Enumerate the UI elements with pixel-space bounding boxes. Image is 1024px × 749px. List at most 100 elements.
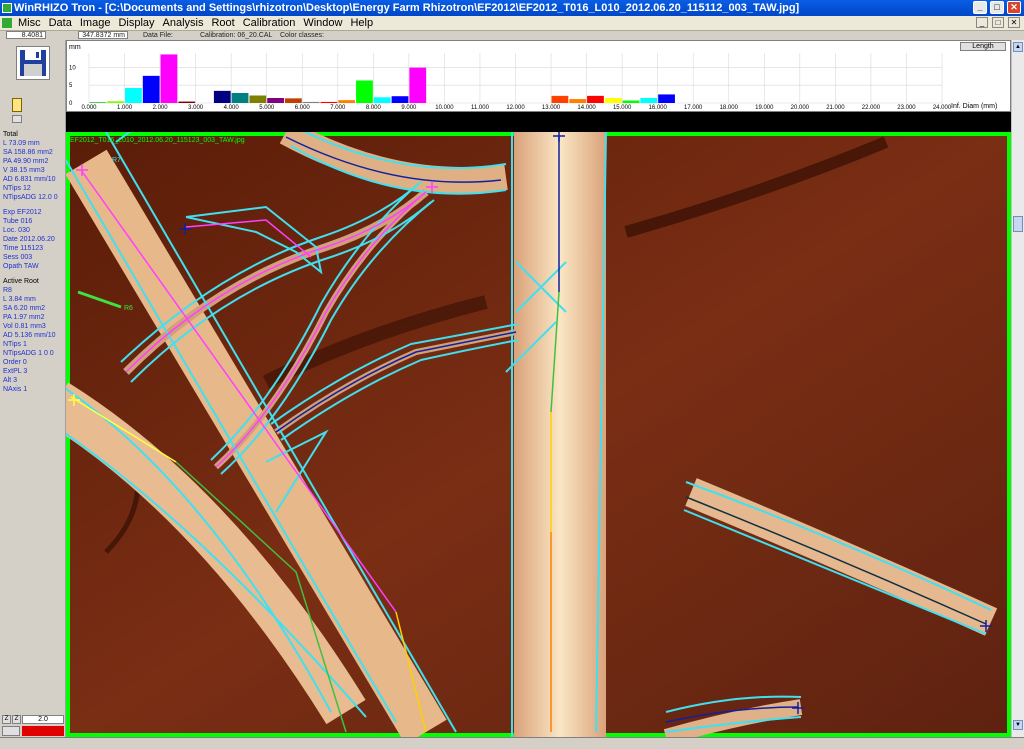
zoom-field[interactable]: 2.0 <box>22 715 64 724</box>
histogram-y-ticks: 10 5 0 <box>69 65 76 107</box>
x-tick-label: 22.000 <box>862 105 881 111</box>
menu-analysis[interactable]: Analysis <box>159 16 208 30</box>
x-tick-label: 6.000 <box>295 105 311 111</box>
ruler-icon[interactable] <box>2 726 20 736</box>
histogram-bar <box>622 100 640 103</box>
active-naxis: NAxis 1 <box>3 386 28 393</box>
save-button[interactable] <box>16 46 50 80</box>
x-tick-label: 11.000 <box>471 105 490 111</box>
clipboard-icon[interactable] <box>12 115 22 123</box>
notepad-icon[interactable] <box>12 98 22 112</box>
color-classes-label: Color classes: <box>280 32 324 39</box>
histogram-bar <box>302 101 320 103</box>
active-root-id: R8 <box>3 287 12 294</box>
document-icon[interactable] <box>2 18 12 28</box>
menu-display[interactable]: Display <box>114 16 158 30</box>
histogram-bar <box>142 75 160 103</box>
histogram-bar <box>604 98 622 103</box>
active-avg-diameter: AD 5.136 mm/10 <box>3 332 56 339</box>
menu-image[interactable]: Image <box>76 16 115 30</box>
x-tick-label: 3.000 <box>188 105 204 111</box>
histogram-bar <box>178 101 196 103</box>
histogram-bar <box>551 95 569 103</box>
x-tick-label: 0.000 <box>81 105 97 111</box>
histogram-bars <box>89 54 675 103</box>
x-tick-label: 4.000 <box>224 105 240 111</box>
x-tick-label: 13.000 <box>542 105 561 111</box>
scroll-up-arrow-icon[interactable]: ▲ <box>1013 42 1023 52</box>
sample-time: Time 115123 <box>3 245 44 252</box>
menu-root[interactable]: Root <box>207 16 238 30</box>
x-tick-label: 1.000 <box>117 105 133 111</box>
color-indicator <box>22 726 64 736</box>
child-restore-button[interactable]: □ <box>992 17 1004 28</box>
y-tick-label: 10 <box>69 65 76 71</box>
stat-total-tips: NTips 12 <box>3 185 31 192</box>
histogram-x-ticks: 0.000 1.000 2.000 3.000 4.000 5.000 6.000 7.000… <box>81 105 951 111</box>
menu-calibration[interactable]: Calibration <box>239 16 300 30</box>
sample-opath: Opath TAW <box>3 263 39 270</box>
x-tick-label: 15.000 <box>613 105 632 111</box>
length-button[interactable]: Length <box>960 42 1006 51</box>
x-tick-label: 10.000 <box>435 105 454 111</box>
histogram-bar <box>338 100 356 103</box>
histogram-bar <box>569 99 587 103</box>
x-tick-label: 12.000 <box>506 105 525 111</box>
stat-total-length: L 73.09 mm <box>3 140 40 147</box>
histogram-bar <box>658 94 675 103</box>
maximize-button[interactable]: □ <box>990 1 1004 14</box>
left-panel: Total L 73.09 mm SA 158.86 mm2 PA 49.90 … <box>0 40 66 749</box>
root-vertical[interactable] <box>514 132 606 737</box>
child-minimize-button[interactable]: _ <box>976 17 988 28</box>
x-tick-label: 2.000 <box>153 105 169 111</box>
active-ext-pl: ExtPL 3 <box>3 368 28 375</box>
scroll-thumb[interactable] <box>1013 216 1023 232</box>
y-tick-label: 0 <box>69 101 73 107</box>
histogram-unit-label: mm <box>69 44 81 51</box>
toolbar-separator <box>66 112 1011 132</box>
image-filename-label: EF2012_T016_L010_2012.06.20_115123_003_T… <box>70 137 245 144</box>
histogram-bar <box>373 97 391 103</box>
x-tick-label: 17.000 <box>684 105 703 111</box>
active-surface-area: SA 6.20 mm2 <box>3 305 46 312</box>
zoom-in-icon[interactable]: Z <box>12 715 21 724</box>
histogram-bar <box>284 98 302 103</box>
minimize-button[interactable]: _ <box>973 1 987 14</box>
rhizotron-image-viewport[interactable]: EF2012_T016_L010_2012.06.20_115123_003_T… <box>43 120 1011 745</box>
menu-misc[interactable]: Misc <box>14 16 45 30</box>
stat-total-surface-area: SA 158.86 mm2 <box>3 149 53 156</box>
sample-experiment: Exp EF2012 <box>3 209 42 216</box>
scroll-down-arrow-icon[interactable]: ▼ <box>1013 720 1023 730</box>
child-close-button[interactable]: ✕ <box>1008 17 1020 28</box>
menu-data[interactable]: Data <box>45 16 76 30</box>
close-button[interactable]: ✕ <box>1007 1 1021 14</box>
histogram-bar <box>249 95 267 103</box>
histogram-bar <box>231 93 249 103</box>
x-tick-label: 5.000 <box>259 105 275 111</box>
sample-location: Loc. 030 <box>3 227 30 234</box>
menu-window[interactable]: Window <box>299 16 346 30</box>
info-bar: 8.4081 347.8372 mm Data File: Calibratio… <box>0 31 1024 40</box>
active-projected-area: PA 1.97 mm2 <box>3 314 45 321</box>
floppy-disk-icon <box>20 50 46 76</box>
histogram-bar <box>640 98 658 103</box>
x-tick-label: 8.000 <box>366 105 382 111</box>
menu-help[interactable]: Help <box>346 16 377 30</box>
histogram-x-axis-label: Inf. Diam (mm) <box>951 103 997 110</box>
active-tips: NTips 1 <box>3 341 27 348</box>
value-field-2: 347.8372 mm <box>78 31 128 39</box>
x-tick-label: 7.000 <box>330 105 346 111</box>
histogram-bar <box>391 96 409 103</box>
calibration-label: Calibration: 06_20.CAL <box>200 32 273 39</box>
title-bar: WinRHIZO Tron - [C:\Documents and Settin… <box>0 0 1024 16</box>
zoom-out-icon[interactable]: Z <box>2 715 11 724</box>
sample-tube: Tube 016 <box>3 218 33 225</box>
active-volume: Vol 0.81 mm3 <box>3 323 46 330</box>
data-file-label: Data File: <box>143 32 173 39</box>
histogram-bar <box>89 102 107 103</box>
active-alt: Alt 3 <box>3 377 18 384</box>
x-tick-label: 14.000 <box>577 105 596 111</box>
root-image[interactable]: EF2012_T016_L010_2012.06.20_115123_003_T… <box>43 120 1011 745</box>
x-tick-label: 23.000 <box>897 105 916 111</box>
vertical-scrollbar[interactable]: ▲ ▼ <box>1011 40 1024 749</box>
